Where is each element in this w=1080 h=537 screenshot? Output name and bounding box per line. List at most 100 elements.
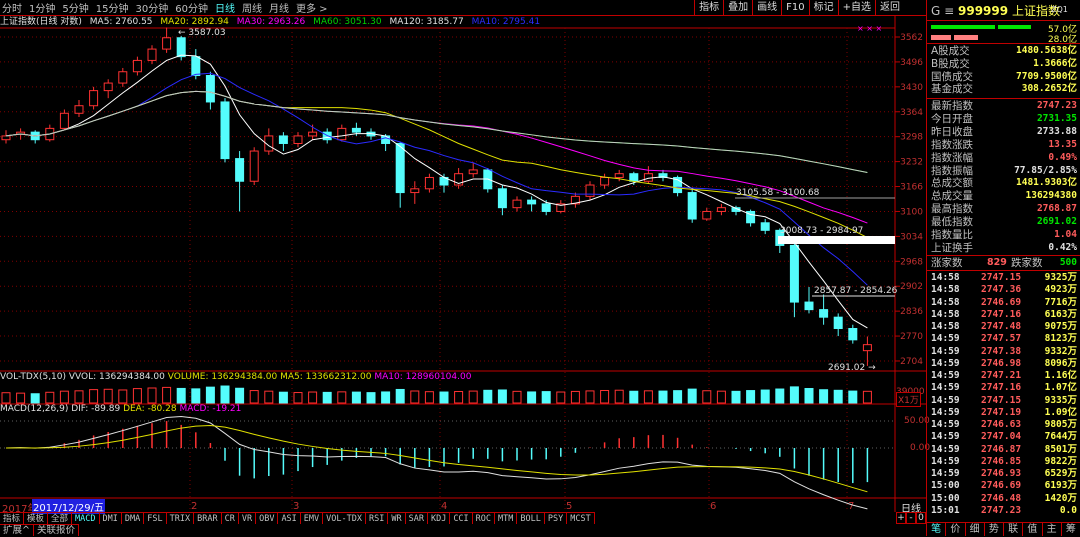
tick-time: 14:58 [931,308,960,320]
tab-extra-1[interactable]: 关联报价 [34,525,79,536]
tab-trix[interactable]: TRIX [167,513,195,524]
quote-tab-3[interactable]: 势 [985,523,1004,536]
volume-bar [410,390,420,404]
tab-boll[interactable]: BOLL [517,513,545,524]
candle-body [789,244,799,303]
zoom-in-button[interactable]: + [896,512,906,524]
macd-legend: MACD(12,26,9) DIF: -89.89 DEA: -80.28 MA… [0,404,241,414]
candle-body [1,135,11,141]
tab-roc[interactable]: ROC [473,513,496,524]
tick-time: 14:59 [931,382,960,394]
stock-code: 999999 [958,4,1009,18]
tab-cci[interactable]: CCI [450,513,473,524]
volume-bar [643,390,653,404]
candle [176,35,186,61]
tab-sar[interactable]: SAR [406,513,428,524]
tab-rsi[interactable]: RSI [366,513,389,524]
stat-row: 最高指数 2768.87 [931,203,1077,215]
quote-panel: G ≡ 999999 上证指数 ZQ1 57.0亿 28.0亿 A股成交 1480… [926,0,1080,536]
candle [600,173,610,189]
tick-time: 14:58 [931,272,960,283]
tick-price: 2747.04 [981,431,1022,443]
tab-cr[interactable]: CR [222,513,239,524]
advancers-label: 涨家数 [931,257,963,269]
tab-macd[interactable]: MACD [72,513,100,524]
tab-kdj[interactable]: KDJ [428,513,451,524]
candle-body [804,301,814,311]
candle [337,124,347,142]
tick-row: 14:58 2746.69 7716万 [931,297,1077,309]
candle-body [687,192,697,220]
tab-wr[interactable]: WR [388,513,406,524]
volume-bar [658,390,668,404]
volume-bar [687,388,697,404]
tab-brar[interactable]: BRAR [194,513,222,524]
stat-value: 0.49% [1048,151,1077,163]
candle [103,79,113,99]
tick-row: 14:58 2747.16 6163万 [931,309,1077,321]
zoom-reset-button[interactable]: 0 [916,512,926,524]
kline-chart[interactable]: 3562349634303364329832323166310030342968… [0,0,926,512]
stat-row: 指数涨幅 0.49% [931,152,1077,164]
tick-row: 14:59 2747.57 8123万 [931,333,1077,345]
candle-body [249,150,259,182]
quote-tab-4[interactable]: 联 [1004,523,1024,536]
volume-bar [264,390,274,404]
vol-volume: VOLUME: 136294384.00 [167,372,278,382]
quote-tab-2[interactable]: 细 [966,523,985,536]
tab-dma[interactable]: DMA [122,513,145,524]
volume-bar [731,390,741,404]
tick-time: 14:59 [931,333,960,345]
tab-mcst[interactable]: MCST [567,513,595,524]
tab-psy[interactable]: PSY [545,513,568,524]
price-tick-label: 2770 [900,332,923,342]
candle [381,134,391,152]
tick-price: 2746.69 [981,480,1022,492]
stat-label: 总成交额 [931,177,973,190]
tab-obv[interactable]: OBV [256,513,279,524]
tab-vol-tdx[interactable]: VOL-TDX [323,513,366,524]
tab-vr[interactable]: VR [239,513,257,524]
tick-volume: 4923万 [1044,284,1077,296]
candle-body [410,188,420,194]
gap3-annotation: 2857.87 - 2854.26 [814,286,898,296]
quote-tab-0[interactable]: 笔 [927,523,947,536]
stat-value: 13.35 [1048,138,1077,150]
tick-row: 14:59 2746.98 8096万 [931,358,1077,370]
tab-全部[interactable]: 全部 [48,513,73,524]
tab-模板[interactable]: 模板 [24,513,49,524]
stat-row: 总成交额 1481.9303亿 [931,177,1077,189]
stat-label: 今日开盘 [931,112,973,125]
menu-icon[interactable]: G ≡ [931,4,954,18]
tick-time: 14:59 [931,431,960,443]
price-tick-label: 3100 [900,207,923,217]
candle-body [614,173,624,178]
tab-emv[interactable]: EMV [301,513,324,524]
ma20-line [5,90,868,239]
tick-volume: 8096万 [1044,357,1077,369]
volume-bar [337,391,347,404]
tick-row: 15:00 2746.48 1420万 [931,493,1077,505]
tab-fsl[interactable]: FSL [144,513,167,524]
quote-tab-6[interactable]: 主 [1043,523,1062,536]
tab-指标[interactable]: 指标 [0,513,25,524]
volume-bar [819,389,829,404]
tick-row: 14:59 2747.15 9335万 [931,395,1077,407]
candle [1,130,11,144]
volume-bar [89,389,99,404]
low-annotation: 2691.02 → [828,363,876,373]
tab-dmi[interactable]: DMI [100,513,122,524]
volume-bar [629,390,639,404]
candle [512,196,522,212]
quote-tab-5[interactable]: 值 [1023,523,1043,536]
quote-tab-7[interactable]: 筹 [1062,523,1080,536]
tick-volume: 1.07亿 [1044,382,1077,394]
quote-tab-1[interactable]: 价 [946,523,966,536]
stat-label: 昨日收盘 [931,125,973,138]
tab-asi[interactable]: ASI [278,513,301,524]
tab-mtm[interactable]: MTM [495,513,518,524]
volume-bar-red-2 [954,35,978,40]
tab-extra-0[interactable]: 扩展^ [0,525,34,536]
zoom-out-button[interactable]: - [906,512,916,524]
candle [147,45,157,65]
